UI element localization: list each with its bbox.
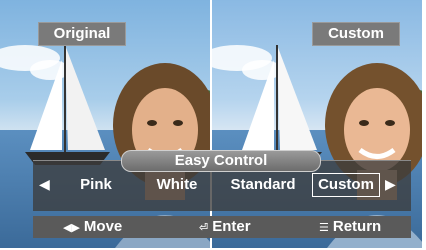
original-label: Original <box>38 22 126 46</box>
help-move-label: Move <box>83 218 123 235</box>
left-right-arrows-icon: ◀▶ <box>63 222 80 234</box>
help-return-label: Return <box>332 218 382 235</box>
right-arrow-icon[interactable]: ▶ <box>385 176 396 193</box>
easy-control-menu: Easy Control ◀ Pink White Standard Custo… <box>33 150 411 238</box>
easy-control-title: Easy Control <box>121 150 321 172</box>
help-enter-label: Enter <box>212 218 251 235</box>
option-row: ◀ Pink White Standard Custom ▶ <box>33 172 411 198</box>
help-bar: ◀▶ Move ⏎ Enter ☰ Return <box>33 216 411 238</box>
help-return: ☰ Return <box>319 216 381 238</box>
option-standard[interactable]: Standard <box>225 172 301 198</box>
custom-label: Custom <box>312 22 400 46</box>
enter-icon: ⏎ <box>199 222 209 234</box>
left-arrow-icon[interactable]: ◀ <box>39 176 50 193</box>
option-pink[interactable]: Pink <box>71 172 121 198</box>
comparison-screen: Original Custom Easy Control ◀ Pink Whit… <box>0 0 422 248</box>
option-white[interactable]: White <box>149 172 205 198</box>
tv-screen: Original Custom Easy Control ◀ Pink Whit… <box>0 0 426 250</box>
help-enter: ⏎ Enter <box>199 216 251 238</box>
menu-icon: ☰ <box>319 222 329 234</box>
option-custom[interactable]: Custom <box>312 173 380 197</box>
help-move: ◀▶ Move <box>63 216 122 238</box>
